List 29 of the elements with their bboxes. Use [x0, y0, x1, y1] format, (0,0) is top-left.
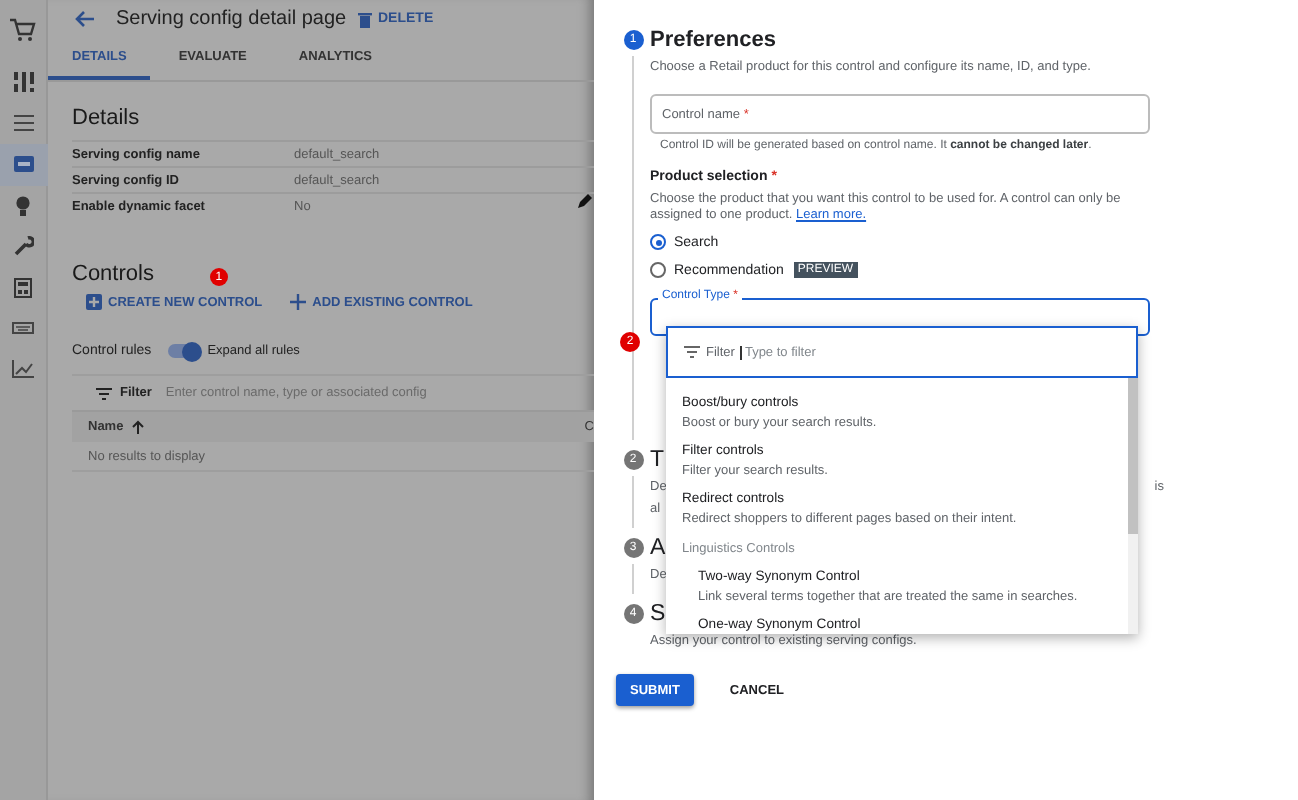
step-title: A	[650, 534, 666, 562]
section-heading: Controls	[72, 262, 154, 286]
list-icon	[13, 114, 33, 133]
pencil-icon[interactable]	[578, 192, 594, 208]
filter-icon	[96, 387, 112, 399]
scrollbar[interactable]	[1128, 378, 1138, 634]
page-title: Serving config detail page	[116, 8, 349, 30]
add-box-icon	[86, 294, 102, 310]
nav-item[interactable]	[0, 144, 47, 185]
trash-icon	[358, 11, 372, 27]
cart-icon	[10, 18, 36, 42]
calculator-icon	[14, 277, 32, 298]
toggle-switch[interactable]	[167, 344, 200, 358]
card-icon	[13, 156, 33, 173]
radio-button[interactable]	[650, 262, 666, 278]
section-heading: Details	[72, 106, 142, 130]
step-title: Preferences	[650, 26, 776, 54]
back-arrow-icon[interactable]	[74, 10, 94, 28]
plus-icon	[290, 294, 307, 310]
step-title: T	[650, 446, 665, 474]
filter-icon	[684, 346, 700, 358]
dashboard-icon	[13, 72, 33, 93]
sort-arrow-icon[interactable]	[131, 420, 144, 434]
wrench-icon	[13, 236, 33, 257]
step-title: S	[650, 600, 666, 628]
lightbulb-icon	[16, 195, 30, 216]
radio-button[interactable]	[650, 234, 666, 250]
chart-icon	[12, 360, 34, 379]
keyboard-icon	[12, 322, 34, 335]
